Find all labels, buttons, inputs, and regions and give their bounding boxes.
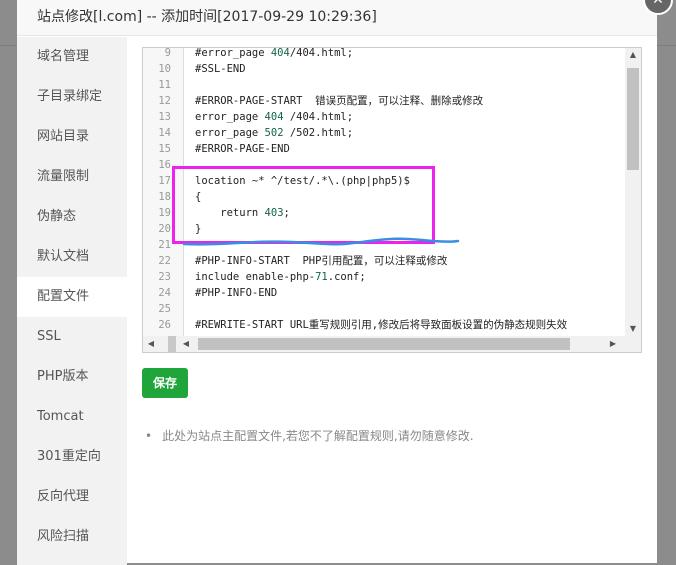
code-line[interactable]: 24 #PHP-INFO-END xyxy=(143,285,625,301)
code-number: 403 xyxy=(264,207,284,219)
sidebar-item[interactable]: 伪静态 xyxy=(17,197,127,237)
close-icon[interactable]: ✕ xyxy=(643,0,673,15)
sidebar-item[interactable]: 网站目录 xyxy=(17,117,127,157)
vertical-scrollbar[interactable]: ▲ ▼ xyxy=(625,48,641,336)
line-number: 12 xyxy=(158,95,171,107)
code-text: { xyxy=(195,191,202,203)
line-number: 16 xyxy=(158,159,171,171)
code-line[interactable]: 15 #ERROR-PAGE-END xyxy=(143,141,625,157)
line-number: 18 xyxy=(158,191,171,203)
sidebar-item[interactable]: 域名管理 xyxy=(17,37,127,77)
code-text: return xyxy=(195,207,265,219)
scroll-left-icon[interactable]: ◀ xyxy=(178,339,194,348)
line-number: 10 xyxy=(158,63,171,75)
code-line[interactable]: 18 { xyxy=(143,189,625,205)
code-text: #ERROR-PAGE-START 错误页配置，可以注释、删除或修改 xyxy=(195,95,484,107)
line-number: 24 xyxy=(158,287,171,299)
line-number: 19 xyxy=(158,207,171,219)
config-note: • 此处为站点主配置文件,若您不了解配置规则,请勿随意修改. xyxy=(142,427,474,444)
vertical-scroll-thumb[interactable] xyxy=(627,68,639,170)
dialog-header: 站点修改[l.com] -- 添加时间[2017-09-29 10:29:36]… xyxy=(17,0,673,36)
code-line[interactable]: 22 #PHP-INFO-START PHP引用配置，可以注释或修改 xyxy=(143,253,625,269)
line-number: 20 xyxy=(158,223,171,235)
code-line[interactable]: 23 include enable-php-71.conf; xyxy=(143,269,625,285)
line-number: 15 xyxy=(158,143,171,155)
code-line[interactable]: 19 return 403; xyxy=(143,205,625,221)
line-number: 22 xyxy=(158,255,171,267)
code-text: /404.html; xyxy=(283,111,354,123)
scroll-down-icon[interactable]: ▼ xyxy=(625,324,641,333)
site-edit-dialog: 站点修改[l.com] -- 添加时间[2017-09-29 10:29:36]… xyxy=(17,0,673,565)
code-line[interactable]: 13 error_page 404 /404.html; xyxy=(143,109,625,125)
config-editor[interactable]: 9 #error_page 404/404.html; 10 #SSL-END 11 12… xyxy=(142,47,642,353)
note-text: 此处为站点主配置文件,若您不了解配置规则,请勿随意修改. xyxy=(162,429,474,443)
line-number: 23 xyxy=(158,271,171,283)
code-text: include enable-php- xyxy=(195,271,316,283)
line-number: 9 xyxy=(164,47,171,59)
code-number: 404 xyxy=(264,111,284,123)
annotation-underline xyxy=(182,237,460,246)
code-line[interactable]: 25 xyxy=(143,301,625,317)
line-number: 25 xyxy=(158,303,171,315)
code-line[interactable]: 10 #SSL-END xyxy=(143,61,625,77)
code-text: #error_page xyxy=(195,47,271,59)
scroll-up-icon[interactable]: ▲ xyxy=(625,50,641,59)
code-text: .conf; xyxy=(327,271,366,283)
code-line[interactable]: 20} xyxy=(143,221,625,237)
code-text: /502.html; xyxy=(283,127,354,139)
sidebar-item[interactable]: 反向代理 xyxy=(17,477,127,517)
code-text: #SSL-END xyxy=(195,63,246,75)
line-number: 11 xyxy=(158,79,171,91)
bullet: • xyxy=(145,429,153,443)
code-text: #PHP-INFO-END xyxy=(195,287,278,299)
line-number: 13 xyxy=(158,111,171,123)
code-number: 404 xyxy=(270,47,290,59)
code-text: /404.html; xyxy=(289,47,354,59)
line-number: 14 xyxy=(158,127,171,139)
code-text: #ERROR-PAGE-END xyxy=(195,143,290,155)
code-line[interactable]: 26 #REWRITE-START URL重写规则引用,修改后将导致面板设置的伪静… xyxy=(143,317,625,333)
horizontal-scroll-thumb[interactable] xyxy=(198,338,570,350)
code-text: error_page xyxy=(195,127,265,139)
sidebar: 域名管理 子目录绑定 网站目录 流量限制 伪静态 默认文档 配置文件 SSL PHP版本 Tomc… xyxy=(17,37,127,565)
scroll-right-icon[interactable]: ▶ xyxy=(605,339,621,348)
sidebar-item[interactable]: SSL xyxy=(17,317,127,357)
save-button[interactable]: 保存 xyxy=(142,368,188,398)
code-lines[interactable]: 9 #error_page 404/404.html; 10 #SSL-END 11 12… xyxy=(143,47,625,333)
code-line[interactable]: 17 location ~* ^/test/.*\.(php|php5)$ xyxy=(143,173,625,189)
sidebar-item[interactable]: 默认文档 xyxy=(17,237,127,277)
line-number: 26 xyxy=(158,319,171,331)
sidebar-item[interactable]: 子目录绑定 xyxy=(17,77,127,117)
code-line[interactable]: 9 #error_page 404/404.html; xyxy=(143,47,625,61)
code-text: location ~* ^/test/.*\.(php|php5)$ xyxy=(195,175,410,187)
sidebar-item[interactable]: 风险扫描 xyxy=(17,517,127,557)
dialog-title: 站点修改[l.com] -- 添加时间[2017-09-29 10:29:36] xyxy=(37,9,377,25)
code-number: 71 xyxy=(315,271,328,283)
code-line[interactable]: 16 xyxy=(143,157,625,173)
line-number: 21 xyxy=(158,239,171,251)
code-line[interactable]: 12 #ERROR-PAGE-START 错误页配置，可以注释、删除或修改 xyxy=(143,93,625,109)
code-text: ; xyxy=(283,207,290,219)
code-line[interactable]: 11 xyxy=(143,77,625,93)
code-line[interactable]: 14 error_page 502 /502.html; xyxy=(143,125,625,141)
code-text: #REWRITE-START URL重写规则引用,修改后将导致面板设置的伪静态规… xyxy=(195,319,568,331)
sidebar-item[interactable]: Tomcat xyxy=(17,397,127,437)
code-text: #PHP-INFO-START PHP引用配置，可以注释或修改 xyxy=(195,255,448,267)
horizontal-scrollbar[interactable]: ◀ ◀ ▶ xyxy=(143,336,641,352)
code-text: error_page xyxy=(195,111,265,123)
code-text: } xyxy=(195,223,202,235)
code-number: 502 xyxy=(264,127,284,139)
gutter-scroll-left-icon[interactable]: ◀ xyxy=(143,339,159,348)
gutter-scroll-thumb[interactable] xyxy=(168,336,176,352)
sidebar-item[interactable]: 配置文件 xyxy=(17,277,127,317)
sidebar-item[interactable]: PHP版本 xyxy=(17,357,127,397)
line-number: 17 xyxy=(158,175,171,187)
sidebar-item[interactable]: 301重定向 xyxy=(17,437,127,477)
sidebar-item[interactable]: 流量限制 xyxy=(17,157,127,197)
